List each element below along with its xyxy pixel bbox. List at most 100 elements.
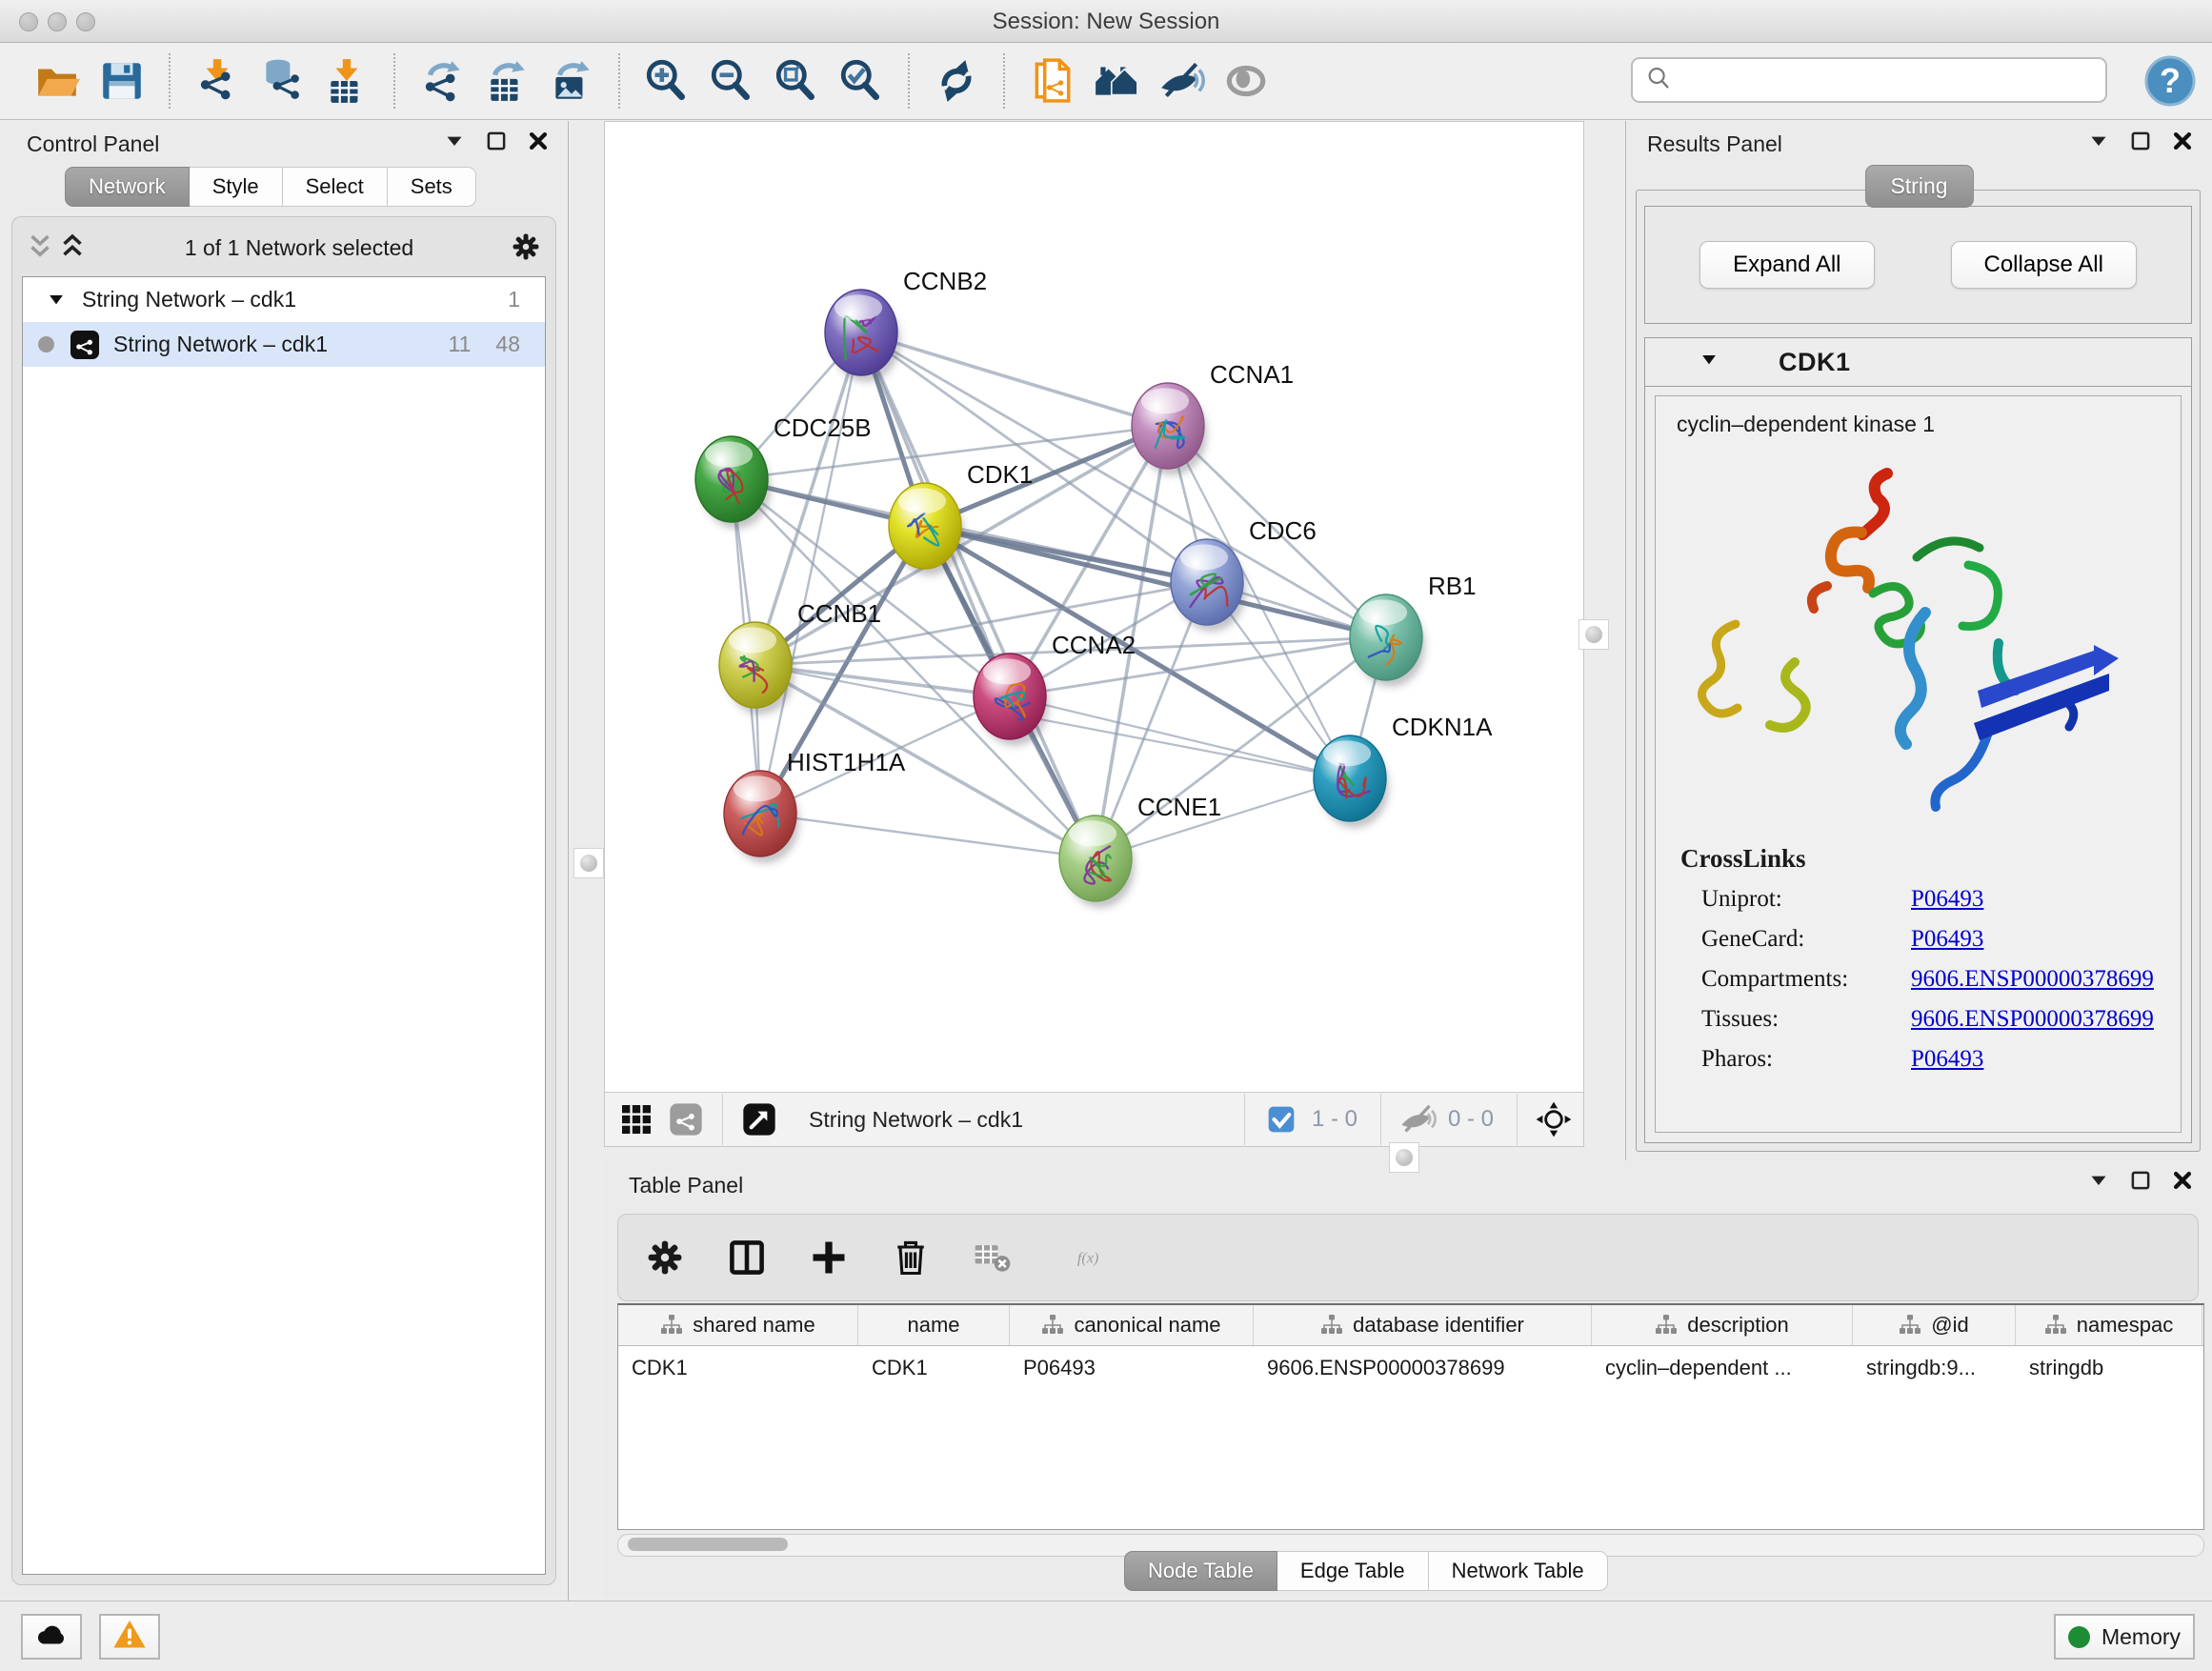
memory-button[interactable]: Memory [2054, 1614, 2195, 1660]
float-panel-icon[interactable] [482, 127, 511, 155]
crosslink-link[interactable]: P06493 [1911, 1046, 1983, 1073]
delete-column-icon[interactable] [889, 1236, 933, 1279]
zoom-in-button[interactable] [639, 51, 694, 111]
search-field[interactable] [1631, 57, 2107, 103]
crosslink-row: Compartments:9606.ENSP00000378699 [1656, 959, 2181, 999]
zoom-fit-button[interactable] [769, 51, 824, 111]
column-header-namespac[interactable]: namespac [2016, 1305, 2202, 1345]
automation-cloud-button[interactable] [21, 1614, 82, 1660]
eye-disabled-button[interactable] [1218, 51, 1274, 111]
column-header-label: namespac [2077, 1313, 2174, 1338]
toolbar-separator [169, 53, 171, 109]
section-expand-icon[interactable] [1645, 346, 1723, 379]
column-header-name[interactable]: name [858, 1305, 1010, 1345]
crosslink-label: Uniprot: [1701, 886, 1911, 913]
import-database-button[interactable] [254, 51, 310, 111]
collapse-all-networks-icon[interactable] [24, 230, 56, 267]
string-results-container: Expand All Collapse All CDK1 cyclin–depe… [1636, 190, 2201, 1152]
create-column-icon[interactable] [807, 1236, 851, 1279]
import-network-button[interactable] [190, 51, 245, 111]
crosslink-row: Uniprot:P06493 [1656, 879, 2181, 919]
column-header-canonical-name[interactable]: canonical name [1010, 1305, 1254, 1345]
right-splitter-handle[interactable] [1579, 619, 1609, 650]
network-canvas[interactable]: CCNB2CCNA1CDC25BCDK1CDC6RB1CCNB1CCNA2CDK… [605, 122, 1583, 1092]
left-splitter-handle[interactable] [573, 848, 604, 878]
section-gene-name: CDK1 [1779, 348, 1851, 377]
zoom-out-button[interactable] [704, 51, 759, 111]
hide-eye-button[interactable] [1154, 51, 1209, 111]
table-panel-title: Table Panel [629, 1173, 743, 1198]
export-table-button[interactable] [479, 51, 534, 111]
copy-documents-button[interactable] [1024, 51, 1079, 111]
tab-network-table[interactable]: Network Table [1429, 1551, 1608, 1591]
expand-all-networks-icon[interactable] [56, 230, 89, 267]
node-label-cdk1: CDK1 [967, 460, 1033, 489]
table-row[interactable]: CDK1CDK1P064939606.ENSP00000378699cyclin… [618, 1346, 2203, 1390]
table-panel-tabs: Node TableEdge TableNetwork Table [1124, 1551, 1608, 1591]
horizontal-splitter-handle[interactable] [1389, 1142, 1419, 1173]
function-builder-icon-disabled[interactable]: f(x) [1053, 1236, 1140, 1279]
network-view[interactable]: CCNB2CCNA1CDC25BCDK1CDC6RB1CCNB1CCNA2CDK… [604, 121, 1584, 1147]
zoom-selected-button[interactable] [834, 51, 889, 111]
node-results-list: CDK1 cyclin–dependent kinase 1 [1644, 337, 2192, 1143]
selected-items-checkbox-icon[interactable] [1261, 1099, 1301, 1139]
float-panel-icon[interactable] [2126, 1166, 2155, 1195]
crosslink-link[interactable]: P06493 [1911, 886, 1983, 913]
control-panel: Control Panel NetworkStyleSelectSets 1 o… [0, 121, 569, 1601]
homes-button[interactable] [1089, 51, 1144, 111]
network-options-gear-icon[interactable] [510, 231, 544, 265]
tab-node-table[interactable]: Node Table [1124, 1551, 1277, 1591]
column-header-description[interactable]: description [1592, 1305, 1853, 1345]
delete-table-icon-disabled[interactable] [971, 1236, 1015, 1279]
memory-status-dot [2068, 1626, 2090, 1648]
tab-select[interactable]: Select [283, 167, 388, 207]
search-input[interactable] [1680, 67, 2094, 93]
toolbar-separator [618, 53, 620, 109]
table-options-gear-icon[interactable] [643, 1236, 687, 1279]
birdseye-view-icon[interactable] [739, 1099, 779, 1139]
close-panel-icon[interactable] [2168, 127, 2197, 155]
collapse-panel-icon[interactable] [2084, 127, 2113, 155]
close-panel-icon[interactable] [2168, 1166, 2197, 1195]
help-button[interactable]: ? [2143, 54, 2197, 108]
refresh-button[interactable] [929, 51, 984, 111]
fit-selected-crosshair-icon[interactable] [1534, 1099, 1574, 1139]
close-panel-icon[interactable] [524, 127, 553, 155]
collapse-panel-icon[interactable] [440, 127, 469, 155]
export-network-button[interactable] [414, 51, 470, 111]
cdk1-section-content: cyclin–dependent kinase 1 [1655, 395, 2182, 1133]
network-row[interactable]: String Network – cdk1 11 48 [23, 322, 545, 367]
save-button[interactable] [94, 51, 150, 111]
collection-expand-icon[interactable] [42, 286, 70, 314]
import-table-button[interactable] [319, 51, 374, 111]
show-columns-icon[interactable] [725, 1236, 769, 1279]
scrollbar-thumb[interactable] [628, 1538, 788, 1551]
cdk1-section-header[interactable]: CDK1 [1645, 338, 2191, 387]
collapse-panel-icon[interactable] [2084, 1166, 2113, 1195]
tab-string[interactable]: String [1864, 165, 1973, 208]
tab-network[interactable]: Network [65, 167, 190, 207]
crosslink-label: Tissues: [1701, 1006, 1911, 1033]
hidden-items-icon[interactable] [1398, 1099, 1438, 1139]
column-header--id[interactable]: @id [1853, 1305, 2016, 1345]
open-folder-button[interactable] [30, 51, 85, 111]
crosslink-link[interactable]: 9606.ENSP00000378699 [1911, 1006, 2154, 1033]
network-manager: 1 of 1 Network selected String Network –… [11, 216, 556, 1585]
grid-mode-icon[interactable] [616, 1099, 656, 1139]
network-view-mode-icon[interactable] [666, 1099, 706, 1139]
collapse-all-button[interactable]: Collapse All [1951, 241, 2137, 289]
column-header-label: @id [1931, 1313, 1968, 1338]
export-image-button[interactable] [544, 51, 599, 111]
tab-style[interactable]: Style [190, 167, 283, 207]
tab-sets[interactable]: Sets [388, 167, 476, 207]
crosslink-link[interactable]: 9606.ENSP00000378699 [1911, 966, 2154, 993]
column-header-database-identifier[interactable]: database identifier [1254, 1305, 1592, 1345]
float-panel-icon[interactable] [2126, 127, 2155, 155]
tab-edge-table[interactable]: Edge Table [1277, 1551, 1429, 1591]
column-header-shared-name[interactable]: shared name [618, 1305, 858, 1345]
expand-all-button[interactable]: Expand All [1699, 241, 1874, 289]
warnings-button[interactable] [99, 1614, 160, 1660]
network-collection-row[interactable]: String Network – cdk1 1 [23, 277, 545, 322]
crosslink-row: Tissues:9606.ENSP00000378699 [1656, 999, 2181, 1039]
crosslink-link[interactable]: P06493 [1911, 926, 1983, 953]
